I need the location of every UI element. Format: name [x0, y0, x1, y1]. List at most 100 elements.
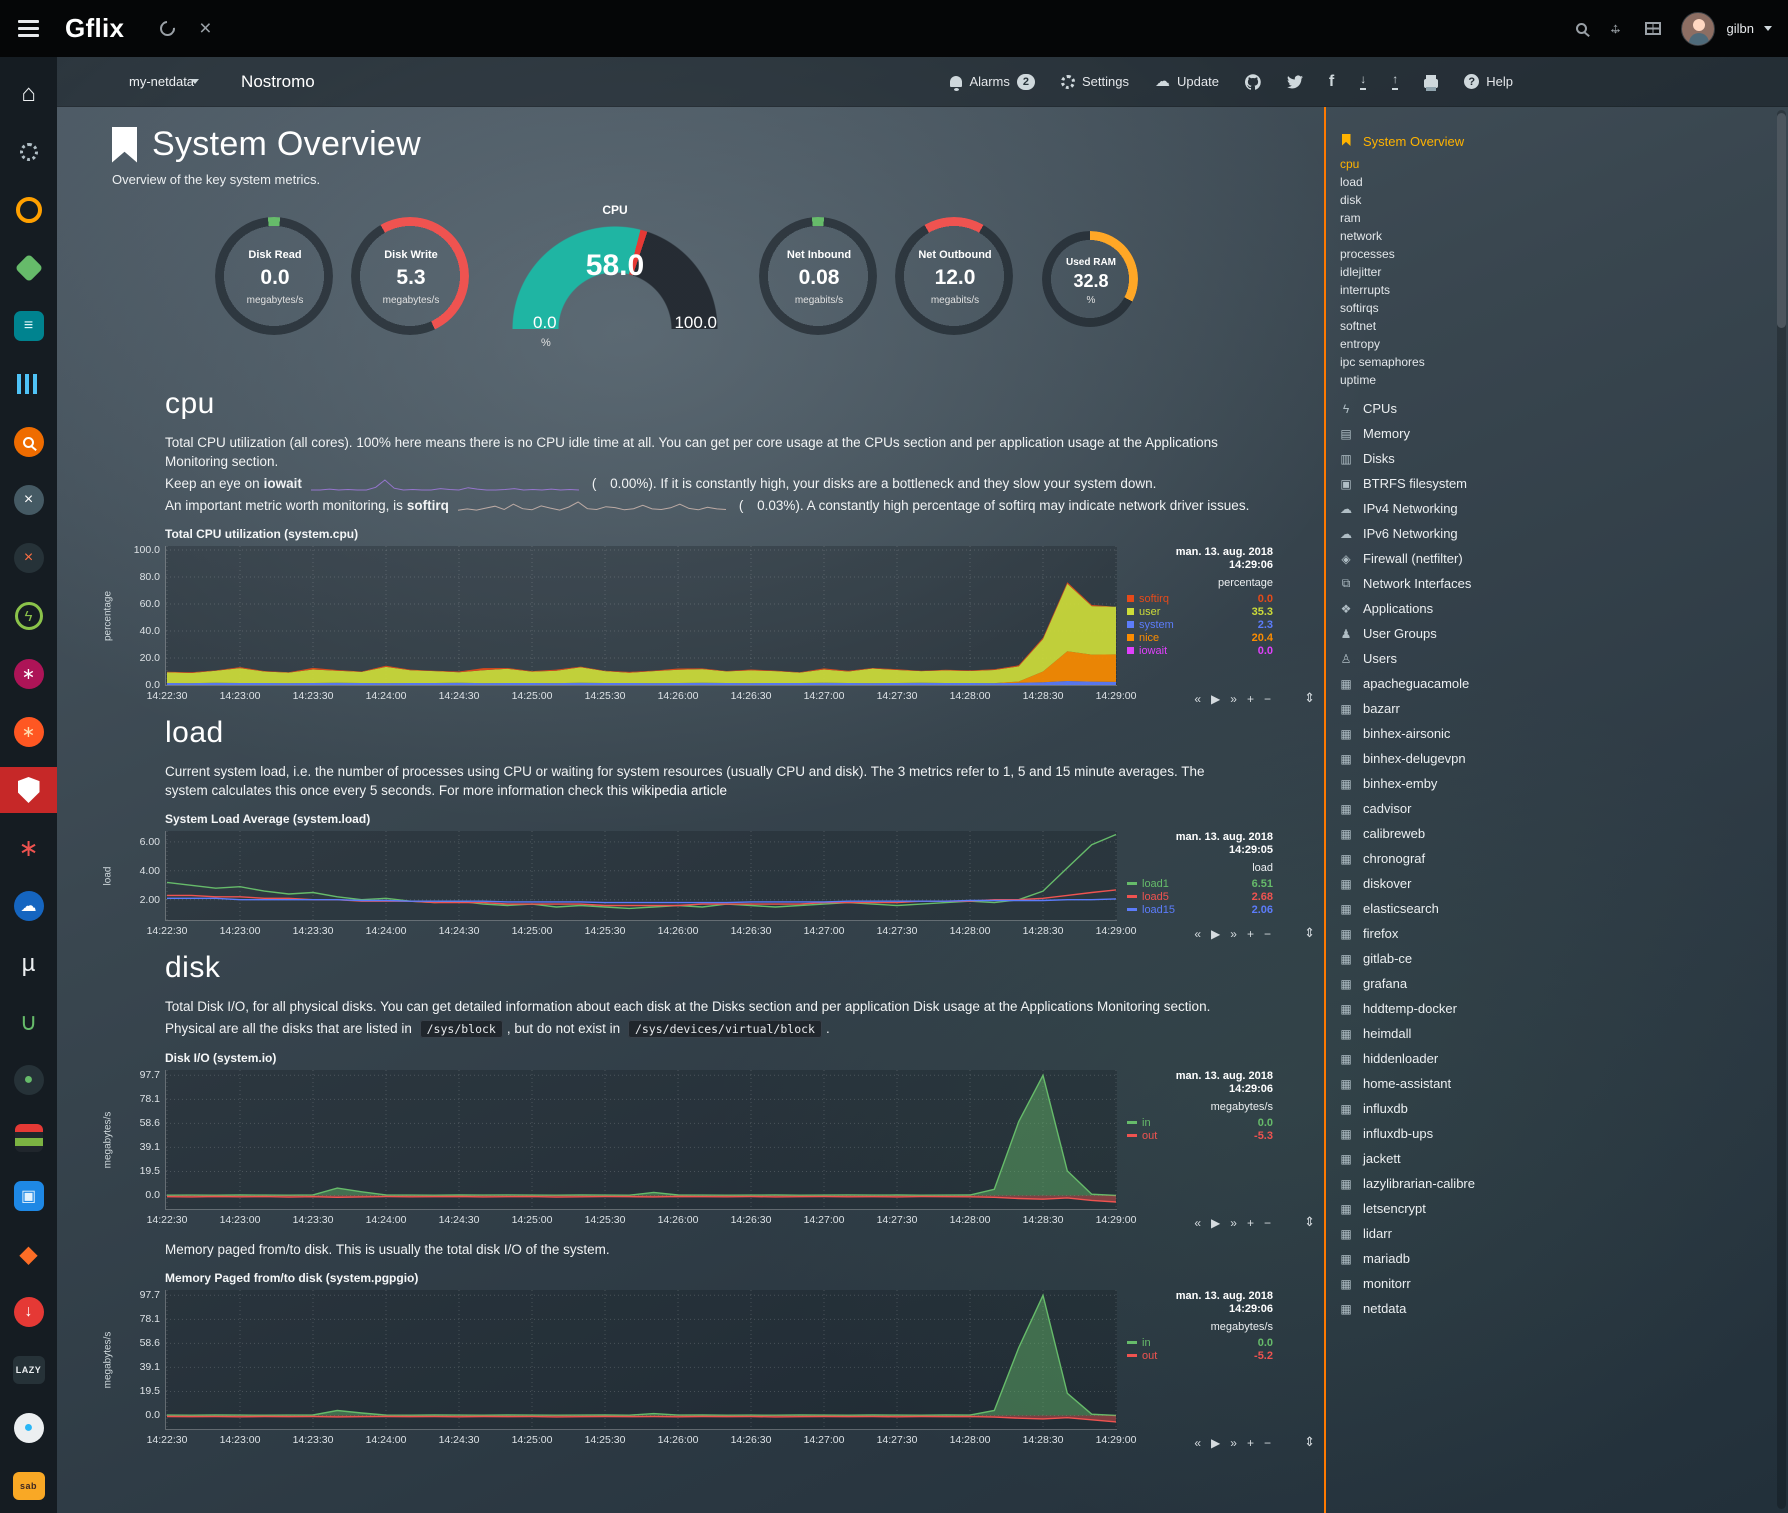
menu-item-hiddenloader[interactable]: ▦hiddenloader — [1338, 1046, 1772, 1071]
menu-subitem-network[interactable]: network — [1340, 227, 1772, 245]
sidebar-app-mu-app[interactable]: µ — [0, 947, 57, 981]
menu-item-btrfs-filesystem[interactable]: ▣BTRFS filesystem — [1338, 471, 1772, 496]
menu-item-binhex-delugevpn[interactable]: ▦binhex-delugevpn — [1338, 746, 1772, 771]
menu-subitem-uptime[interactable]: uptime — [1340, 371, 1772, 389]
menu-item-system-overview[interactable]: System Overview — [1338, 129, 1772, 154]
chart-zoom-out-button[interactable]: − — [1264, 1436, 1271, 1450]
sidebar-app-drop-app[interactable]: ● — [0, 1411, 57, 1445]
load-chart-plot[interactable]: load 14:22:3014:23:0014:23:3014:24:0014:… — [165, 831, 1117, 921]
menu-item-home-assistant[interactable]: ▦home-assistant — [1338, 1071, 1772, 1096]
menu-item-memory[interactable]: ▤Memory — [1338, 421, 1772, 446]
legend-softirq[interactable]: softirq0.0 — [1127, 592, 1273, 605]
menu-item-users[interactable]: ♙Users — [1338, 646, 1772, 671]
user-menu-caret-icon[interactable] — [1764, 26, 1772, 31]
chart-pan-forward-button[interactable]: » — [1230, 1216, 1237, 1230]
refresh-icon[interactable] — [157, 18, 178, 39]
menu-item-influxdb[interactable]: ▦influxdb — [1338, 1096, 1772, 1121]
sidebar-app-download-app[interactable]: ↓ — [0, 1295, 57, 1329]
menu-item-disks[interactable]: ▥Disks — [1338, 446, 1772, 471]
chart-zoom-in-button[interactable]: + — [1247, 692, 1254, 706]
menu-item-calibreweb[interactable]: ▦calibreweb — [1338, 821, 1772, 846]
github-button[interactable] — [1245, 74, 1261, 90]
windows-grid-icon[interactable] — [1645, 22, 1661, 35]
chart-pan-backward-button[interactable]: « — [1194, 927, 1201, 941]
sidebar-app-orange-burst-app[interactable]: ∗ — [0, 715, 57, 749]
user-avatar[interactable] — [1681, 12, 1715, 46]
menu-item-firewall-netfilter[interactable]: ◈Firewall (netfilter) — [1338, 546, 1772, 571]
fullscreen-icon[interactable]: ↔↕ — [1607, 20, 1625, 38]
chart-zoom-out-button[interactable]: − — [1264, 692, 1271, 706]
menu-item-applications[interactable]: ❖Applications — [1338, 596, 1772, 621]
sidebar-app-emby-app[interactable]: × — [0, 483, 57, 517]
menu-item-network-interfaces[interactable]: ⧉Network Interfaces — [1338, 571, 1772, 596]
sidebar-app-lazylibrarian[interactable]: LAZY — [0, 1353, 57, 1387]
hamburger-menu-icon[interactable] — [18, 20, 39, 37]
print-button[interactable] — [1424, 76, 1438, 88]
menu-item-binhex-emby[interactable]: ▦binhex-emby — [1338, 771, 1772, 796]
menu-item-influxdb-ups[interactable]: ▦influxdb-ups — [1338, 1121, 1772, 1146]
menu-item-bazarr[interactable]: ▦bazarr — [1338, 696, 1772, 721]
chart-zoom-out-button[interactable]: − — [1264, 1216, 1271, 1230]
search-icon[interactable] — [1576, 23, 1587, 34]
menu-item-user-groups[interactable]: ♟User Groups — [1338, 621, 1772, 646]
menu-subitem-cpu[interactable]: cpu — [1340, 155, 1772, 173]
help-button[interactable]: ? Help — [1464, 74, 1513, 89]
twitter-button[interactable] — [1287, 74, 1303, 90]
sidebar-app-x-app[interactable]: × — [0, 541, 57, 575]
chart-resize-handle[interactable]: ⇕ — [1304, 925, 1315, 941]
menu-subitem-ipc-semaphores[interactable]: ipc semaphores — [1340, 353, 1772, 371]
sidebar-app-equalizer-app[interactable] — [0, 367, 57, 401]
username[interactable]: gilbn — [1727, 21, 1754, 36]
chart-pan-backward-button[interactable]: « — [1194, 1436, 1201, 1450]
menu-item-ipv4-networking[interactable]: ☁IPv4 Networking — [1338, 496, 1772, 521]
menu-subitem-softirqs[interactable]: softirqs — [1340, 299, 1772, 317]
sidebar-app-red-burst-app[interactable]: ∗ — [0, 831, 57, 865]
sidebar-app-window-app[interactable]: ▣ — [0, 1179, 57, 1213]
legend-out[interactable]: out-5.3 — [1127, 1129, 1273, 1142]
menu-item-gitlab-ce[interactable]: ▦gitlab-ce — [1338, 946, 1772, 971]
sidebar-app-pink-app[interactable]: ∗ — [0, 657, 57, 691]
menu-item-jackett[interactable]: ▦jackett — [1338, 1146, 1772, 1171]
chart-zoom-out-button[interactable]: − — [1264, 927, 1271, 941]
legend-load5[interactable]: load52.68 — [1127, 890, 1273, 903]
menu-item-mariadb[interactable]: ▦mariadb — [1338, 1246, 1772, 1271]
facebook-button[interactable]: f — [1329, 74, 1334, 90]
menu-item-heimdall[interactable]: ▦heimdall — [1338, 1021, 1772, 1046]
close-icon[interactable]: × — [199, 18, 211, 39]
chart-resize-handle[interactable]: ⇕ — [1304, 1434, 1315, 1450]
cpu-chart-plot[interactable]: percentage 14:22:3014:23:0014:23:3014:24… — [165, 546, 1117, 686]
disk-io-chart-plot[interactable]: megabytes/s 14:22:3014:23:0014:23:3014:2… — [165, 1070, 1117, 1210]
chart-zoom-in-button[interactable]: + — [1247, 927, 1254, 941]
sidebar-app-leaf-app[interactable]: ● — [0, 1063, 57, 1097]
sidebar-app-green-diamond-app[interactable] — [0, 251, 57, 285]
sidebar-app-u-app[interactable]: ∪ — [0, 1005, 57, 1039]
sidebar-app-sabnzbd[interactable]: sab — [0, 1469, 57, 1503]
menu-item-ipv6-networking[interactable]: ☁IPv6 Networking — [1338, 521, 1772, 546]
menu-item-grafana[interactable]: ▦grafana — [1338, 971, 1772, 996]
update-button[interactable]: ☁ Update — [1155, 74, 1219, 89]
chart-play-button[interactable]: ▶ — [1211, 1216, 1220, 1230]
menu-item-apacheguacamole[interactable]: ▦apacheguacamole — [1338, 671, 1772, 696]
menu-subitem-disk[interactable]: disk — [1340, 191, 1772, 209]
menu-item-cadvisor[interactable]: ▦cadvisor — [1338, 796, 1772, 821]
scrollbar[interactable] — [1777, 110, 1786, 1509]
chart-play-button[interactable]: ▶ — [1211, 692, 1220, 706]
menu-item-hddtemp-docker[interactable]: ▦hddtemp-docker — [1338, 996, 1772, 1021]
sidebar-app-stripes-app[interactable] — [0, 1121, 57, 1155]
sidebar-app-search-app[interactable] — [0, 425, 57, 459]
sidebar-app-gitlab[interactable]: ◆ — [0, 1237, 57, 1271]
menu-item-lazylibrarian-calibre[interactable]: ▦lazylibrarian-calibre — [1338, 1171, 1772, 1196]
legend-user[interactable]: user35.3 — [1127, 605, 1273, 618]
legend-in[interactable]: in0.0 — [1127, 1336, 1273, 1349]
menu-subitem-interrupts[interactable]: interrupts — [1340, 281, 1772, 299]
legend-system[interactable]: system2.3 — [1127, 618, 1273, 631]
sidebar-app-home[interactable]: ⌂ — [0, 77, 57, 111]
chart-resize-handle[interactable]: ⇕ — [1304, 1214, 1315, 1230]
menu-item-elasticsearch[interactable]: ▦elasticsearch — [1338, 896, 1772, 921]
legend-nice[interactable]: nice20.4 — [1127, 631, 1273, 644]
chart-pan-forward-button[interactable]: » — [1230, 1436, 1237, 1450]
menu-subitem-load[interactable]: load — [1340, 173, 1772, 191]
export-button[interactable]: ↑ — [1392, 73, 1398, 90]
settings-button[interactable]: Settings — [1061, 74, 1129, 89]
chart-play-button[interactable]: ▶ — [1211, 927, 1220, 941]
